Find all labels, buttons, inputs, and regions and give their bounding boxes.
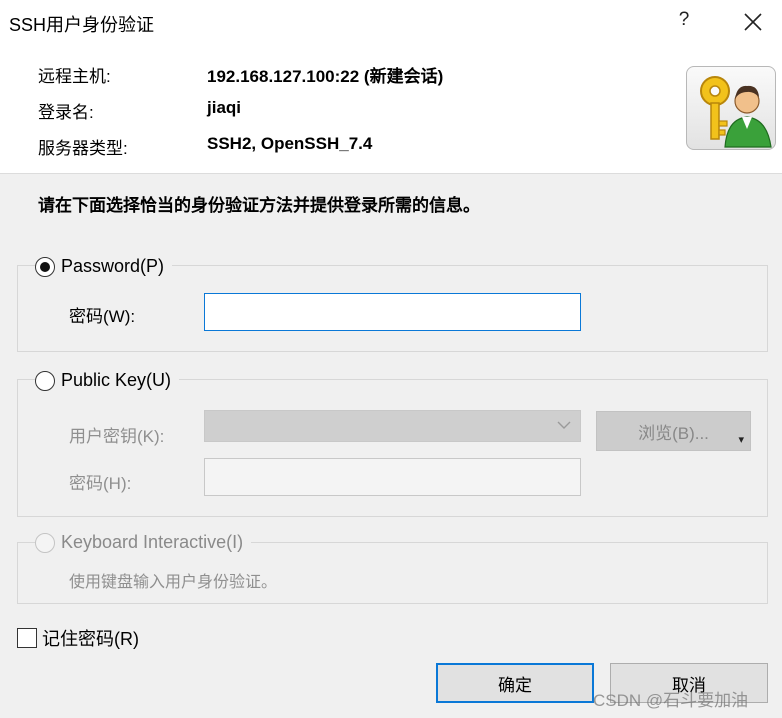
remember-password-option[interactable]: 记住密码(R) — [17, 625, 139, 651]
server-type-label: 服务器类型: — [38, 139, 128, 158]
browse-button-label: 浏览(B)... — [638, 423, 709, 443]
keyboard-option-label: Keyboard Interactive(I) — [61, 532, 244, 552]
passphrase-input[interactable] — [204, 458, 581, 496]
password-option-label: Password(P) — [61, 256, 165, 276]
keyboard-hint: 使用键盘输入用户身份验证。 — [69, 574, 278, 591]
key-user-icon — [686, 66, 776, 150]
ok-button[interactable]: 确定 — [436, 663, 594, 703]
window-title: SSH用户身份验证 — [9, 15, 155, 35]
password-field-label: 密码(W): — [69, 307, 136, 326]
remote-host-label: 远程主机: — [38, 67, 111, 86]
info-header: SSH用户身份验证 ? 远程主机: 192.168.127.100:22 (新建… — [0, 0, 782, 174]
user-key-select[interactable] — [204, 410, 581, 442]
keyboard-option[interactable]: Keyboard Interactive(I) — [35, 532, 252, 553]
login-name-value: jiaqi — [207, 98, 242, 117]
publickey-option[interactable]: Public Key(U) — [35, 370, 180, 391]
close-icon — [744, 13, 762, 31]
server-type-value: SSH2, OpenSSH_7.4 — [207, 134, 373, 153]
dropdown-indicator-icon: ▾ — [738, 434, 744, 446]
instruction-text: 请在下面选择恰当的身份验证方法并提供登录所需的信息。 — [38, 196, 480, 215]
keyboard-radio[interactable] — [35, 532, 55, 553]
remote-host-value: 192.168.127.100:22 (新建会话) — [207, 67, 444, 86]
remember-password-checkbox[interactable] — [17, 628, 37, 648]
publickey-option-label: Public Key(U) — [61, 370, 172, 390]
remember-password-label: 记住密码(R) — [42, 629, 139, 649]
passphrase-label: 密码(H): — [69, 474, 132, 493]
login-name-label: 登录名: — [38, 103, 94, 122]
password-input[interactable] — [204, 293, 581, 331]
browse-button[interactable]: 浏览(B)... ▾ — [596, 411, 751, 451]
password-option[interactable]: Password(P) — [35, 256, 173, 277]
user-key-label: 用户密钥(K): — [69, 427, 165, 446]
publickey-radio[interactable] — [35, 370, 55, 391]
chevron-down-icon — [557, 421, 571, 429]
watermark-text: CSDN @石斗要加油 — [593, 691, 749, 710]
close-button[interactable] — [741, 10, 765, 34]
password-radio[interactable] — [35, 256, 55, 277]
help-button[interactable]: ? — [676, 9, 692, 33]
